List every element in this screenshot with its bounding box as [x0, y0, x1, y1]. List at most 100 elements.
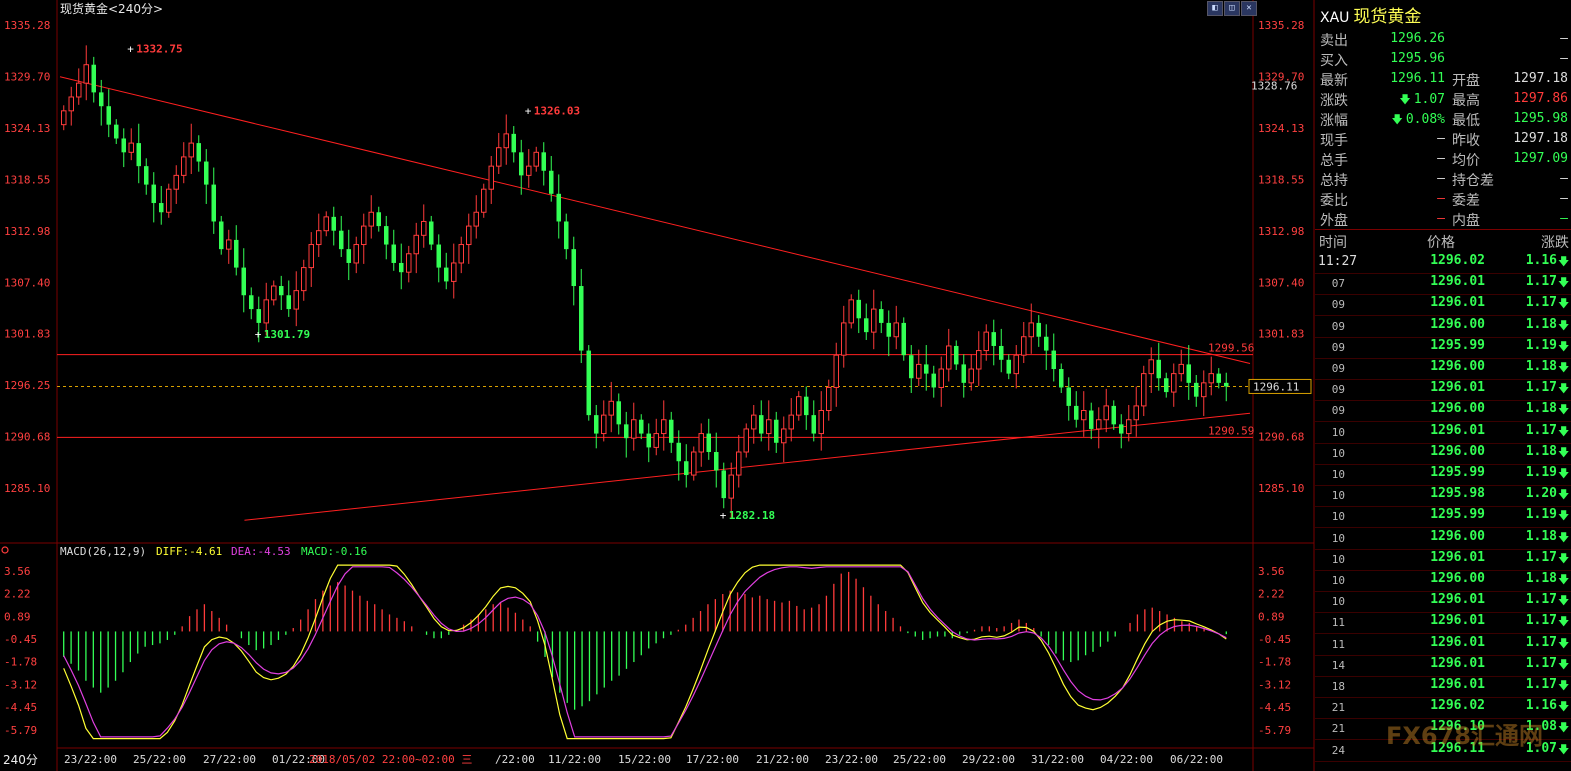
tick-row[interactable]: 10 1295.99 1.19 🡇	[1315, 465, 1571, 486]
restore-button[interactable]: ◫	[1224, 1, 1240, 16]
tick-row[interactable]: 11:27 1296.02 1.16 🡇	[1315, 253, 1571, 274]
down-arrow-icon: 🡇	[1558, 530, 1570, 544]
field-label: 外盘	[1320, 213, 1348, 229]
candle-body	[519, 152, 524, 176]
candle	[339, 215, 344, 257]
tick-row[interactable]: 11 1296.01 1.17 🡇	[1315, 635, 1571, 656]
candle	[61, 105, 67, 131]
candle	[1103, 388, 1109, 433]
candle-body	[136, 143, 141, 167]
candle	[376, 206, 381, 232]
quote-panel: XAU 现货黄金 卖出 1296.26 买入 1295.96 最新 1296.11 涨跌 🡇 1.…	[1315, 0, 1571, 771]
tick-row[interactable]: 10 1296.00 1.18 🡇	[1315, 529, 1571, 550]
tick-price: 1295.98	[1430, 486, 1485, 502]
candle	[279, 275, 284, 311]
chart-area[interactable]: 现货黄金<240分> 1335.281329.701324.131318.551…	[0, 0, 1315, 771]
zoom-out-button[interactable]: ◧	[1207, 1, 1223, 16]
tick-price: 1296.01	[1430, 655, 1485, 671]
candle-body	[571, 249, 576, 287]
tick-row[interactable]: 10 1296.01 1.17 🡇	[1315, 592, 1571, 614]
tick-row[interactable]: 09 1296.01 1.17 🡇	[1315, 295, 1571, 317]
candle	[159, 185, 164, 225]
candle-body	[339, 230, 344, 250]
tick-change: 1.20	[1525, 486, 1557, 502]
tick-row[interactable]: 09 1295.99 1.19 🡇	[1315, 338, 1571, 359]
tick-row[interactable]: 09 1296.00 1.18 🡇	[1315, 359, 1571, 380]
candle-body	[1036, 322, 1041, 337]
tick-row[interactable]: 07 1296.01 1.17 🡇	[1315, 274, 1571, 296]
tick-row[interactable]: 10 1295.99 1.19 🡇	[1315, 507, 1571, 529]
field-value: 1295.98	[1513, 111, 1568, 126]
down-arrow-icon: 🡇	[1558, 276, 1570, 290]
field-label: 现手	[1320, 133, 1348, 149]
candle	[684, 444, 689, 488]
down-arrow-icon: 🡇	[1558, 594, 1570, 608]
candle	[691, 446, 697, 481]
candle-body	[669, 419, 674, 443]
tick-row[interactable]: 11 1296.01 1.17 🡇	[1315, 613, 1571, 635]
field-label: 开盘	[1452, 73, 1480, 89]
price-tick-label: 1329.70	[4, 71, 50, 84]
tick-row[interactable]: 18 1296.01 1.17 🡇	[1315, 677, 1571, 698]
candle-body	[413, 234, 419, 255]
candle	[788, 398, 794, 442]
candle-body	[946, 345, 952, 370]
candle	[601, 400, 607, 442]
price-tick-label: 1318.55	[1258, 174, 1304, 187]
candle	[136, 123, 141, 184]
field-label: 内盘	[1452, 213, 1480, 229]
macd-indicator-icon[interactable]	[1, 546, 9, 554]
down-arrow-icon: 🡇	[1558, 721, 1570, 735]
field-value: 🡇 1.07	[1375, 91, 1445, 110]
price-axis-left: 1335.28 1329.70 1324.13 1318.55 1312.98 1307.…	[4, 19, 50, 495]
candle-body	[458, 244, 464, 264]
tick-row[interactable]: 10 1295.98 1.20 🡇	[1315, 486, 1571, 508]
candle	[421, 204, 427, 248]
candle	[901, 317, 906, 361]
tick-row[interactable]: 10 1296.00 1.18 🡇	[1315, 571, 1571, 592]
candle-body	[1224, 382, 1229, 387]
candle-body	[256, 309, 261, 323]
tick-row[interactable]: 10 1296.01 1.17 🡇	[1315, 550, 1571, 571]
tick-change: 1.16	[1525, 698, 1557, 714]
candle	[774, 411, 779, 453]
period-label[interactable]: 240分	[3, 753, 38, 767]
tick-row[interactable]: 09 1296.00 1.18 🡇	[1315, 317, 1571, 338]
candle-body	[1111, 405, 1116, 425]
candle	[249, 287, 254, 320]
candle-body	[698, 433, 704, 453]
tick-row[interactable]: 14 1296.01 1.17 🡇	[1315, 656, 1571, 677]
candle	[91, 56, 96, 103]
tick-row[interactable]: 10 1296.01 1.17 🡇	[1315, 423, 1571, 444]
candle	[631, 402, 637, 451]
candle	[226, 229, 232, 264]
candle	[1186, 345, 1191, 400]
candle-body	[594, 415, 599, 434]
tick-row[interactable]: 09 1296.00 1.18 🡇	[1315, 401, 1571, 423]
field-label: 涨跌	[1320, 93, 1348, 109]
candle	[399, 243, 404, 290]
candle-body	[624, 424, 629, 439]
tick-time: 09	[1331, 340, 1345, 354]
down-arrow-icon: 🡇	[1558, 467, 1570, 480]
tick-row[interactable]: 10 1296.00 1.18 🡇	[1315, 444, 1571, 465]
field-value: —	[1560, 31, 1568, 46]
tick-change: 1.17	[1525, 380, 1557, 396]
candle-body	[766, 419, 772, 435]
macd-value-label: MACD:-0.16	[301, 545, 367, 558]
field-value: 1297.18	[1513, 131, 1568, 146]
close-button[interactable]: ✕	[1241, 1, 1257, 16]
candle	[661, 400, 667, 451]
down-arrow-icon: 🡇	[1558, 488, 1570, 502]
candle	[533, 146, 539, 172]
tick-change: 1.17	[1525, 655, 1557, 671]
candle	[308, 232, 314, 287]
tick-change: 1.18	[1525, 401, 1557, 417]
time-tick-label: 04/22:00	[1100, 753, 1153, 766]
candle-body	[173, 174, 179, 190]
tick-time: 10	[1331, 510, 1345, 524]
candle	[144, 158, 149, 195]
candle	[1059, 363, 1064, 393]
tick-row[interactable]: 09 1296.01 1.17 🡇	[1315, 380, 1571, 402]
candle-body	[848, 299, 854, 324]
